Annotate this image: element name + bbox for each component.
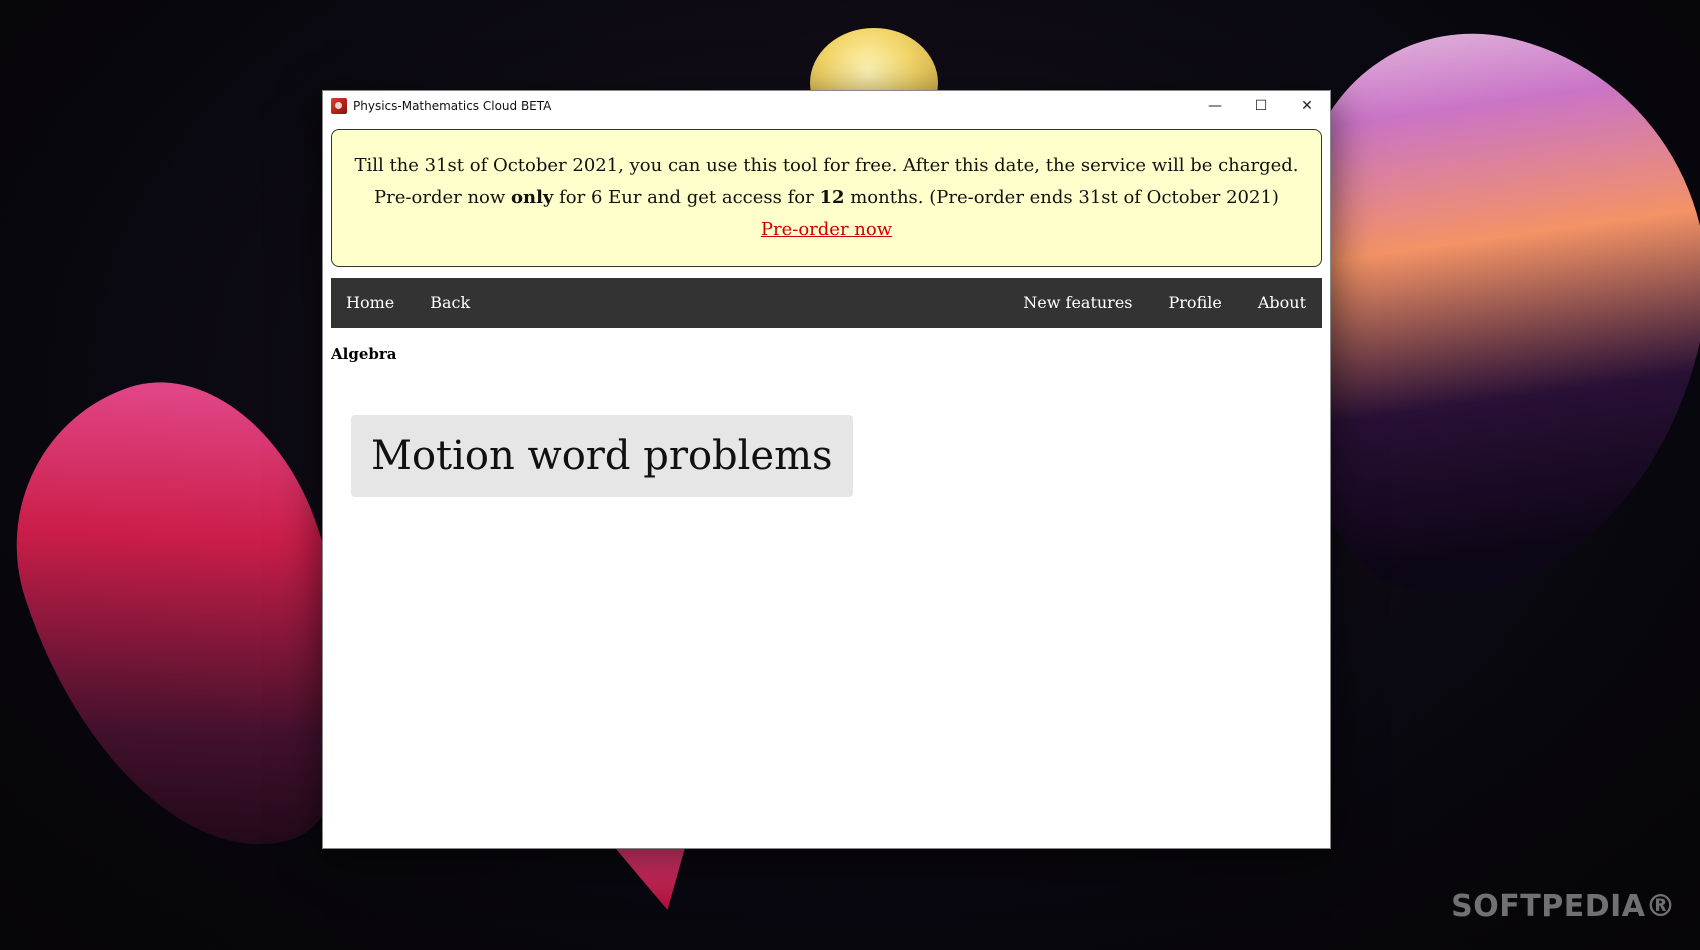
nav-bar: Home Back New features Profile About xyxy=(331,278,1322,328)
banner-emphasis-only: only xyxy=(511,187,554,208)
maximize-button[interactable]: ☐ xyxy=(1238,91,1284,121)
banner-text: for 6 Eur and get access for xyxy=(553,187,820,208)
app-icon xyxy=(331,98,347,114)
nav-profile[interactable]: Profile xyxy=(1151,278,1240,328)
close-icon: ✕ xyxy=(1301,98,1313,114)
minimize-button[interactable]: — xyxy=(1192,91,1238,121)
nav-about[interactable]: About xyxy=(1240,278,1322,328)
nav-back[interactable]: Back xyxy=(412,278,488,328)
topic-motion-word-problems[interactable]: Motion word problems xyxy=(351,415,853,497)
maximize-icon: ☐ xyxy=(1254,98,1268,114)
close-button[interactable]: ✕ xyxy=(1284,91,1330,121)
nav-right: New features Profile About xyxy=(1005,278,1322,328)
nav-left: Home Back xyxy=(331,278,488,328)
app-window: Physics-Mathematics Cloud BETA — ☐ ✕ Til… xyxy=(322,90,1331,849)
title-bar[interactable]: Physics-Mathematics Cloud BETA — ☐ ✕ xyxy=(323,91,1330,121)
banner-text: months. (Pre-order ends 31st of October … xyxy=(844,187,1279,208)
minimize-icon: — xyxy=(1208,98,1222,114)
nav-new-features[interactable]: New features xyxy=(1005,278,1150,328)
banner-text: Pre-order now xyxy=(374,187,511,208)
banner-emphasis-months: 12 xyxy=(819,187,845,208)
window-controls: — ☐ ✕ xyxy=(1192,91,1330,121)
nav-home[interactable]: Home xyxy=(331,278,412,328)
window-title: Physics-Mathematics Cloud BETA xyxy=(353,99,552,113)
preorder-link[interactable]: Pre-order now xyxy=(761,219,892,240)
preorder-banner: Till the 31st of October 2021, you can u… xyxy=(331,129,1322,267)
banner-line-2: Pre-order now only for 6 Eur and get acc… xyxy=(374,182,1279,214)
section-title: Algebra xyxy=(331,345,397,363)
banner-line-1: Till the 31st of October 2021, you can u… xyxy=(354,155,1299,176)
softpedia-watermark: SOFTPEDIA® xyxy=(1451,889,1676,924)
